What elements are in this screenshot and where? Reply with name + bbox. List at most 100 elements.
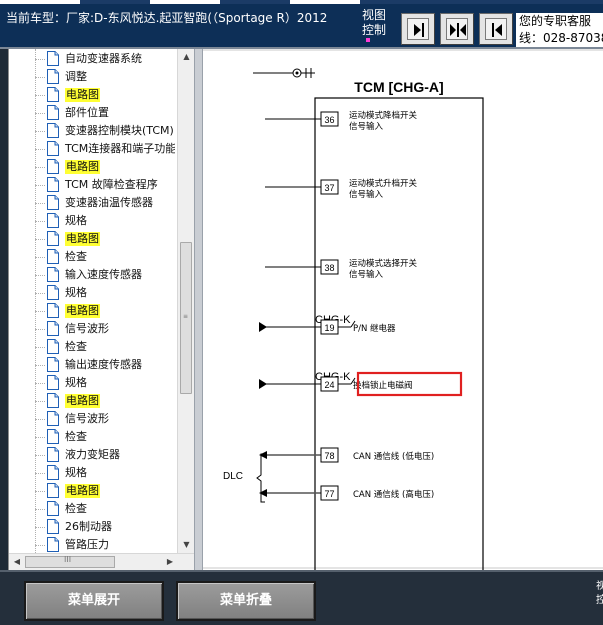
tree-item[interactable]: 电路图 [9, 482, 175, 500]
document-icon [47, 69, 59, 84]
tree-item-label: 电路图 [65, 160, 100, 174]
scroll-up-arrow-icon[interactable]: ▲ [178, 49, 195, 65]
pin-number: 38 [324, 263, 334, 273]
tree-item[interactable]: 电路图 [9, 230, 175, 248]
tree-item-label: 变速器油温传感器 [65, 196, 153, 209]
tree-item-label: 调整 [65, 70, 87, 83]
pin-description-line2: 信号输入 [349, 121, 384, 132]
tree-guide [35, 275, 45, 276]
signal-arrow-icon [259, 489, 267, 497]
pin-38: 38 运动模式选择开关信号输入 [265, 258, 418, 280]
tree-item-label: 电路图 [65, 232, 100, 246]
pin-description: CAN 通信线 (低电压) [353, 451, 434, 462]
panel-splitter[interactable] [194, 49, 203, 570]
pin-number: 37 [324, 183, 334, 193]
tree-item[interactable]: 输入速度传感器 [9, 266, 175, 284]
tree-item[interactable]: 检查 [9, 500, 175, 518]
pin-description: 运动模式升档开关 [349, 178, 418, 189]
tree-item[interactable]: 调整 [9, 68, 175, 86]
tree-item[interactable]: 电路图 [9, 302, 175, 320]
menu-collapse-button[interactable]: 菜单折叠 [176, 581, 316, 621]
tree-item[interactable]: 信号波形 [9, 320, 175, 338]
customer-service-box: 您的专职客服 线：028-87038 [516, 13, 603, 47]
scroll-down-arrow-icon[interactable]: ▼ [178, 537, 195, 553]
document-icon [47, 105, 59, 120]
tree-item-label: 规格 [65, 214, 87, 227]
tree-item[interactable]: 输出速度传感器 [9, 356, 175, 374]
document-icon [47, 123, 59, 138]
tree-guide [35, 167, 45, 168]
tree-item[interactable]: 电路图 [9, 86, 175, 104]
pin-19: CHG-K19P/N 继电器 [259, 314, 396, 335]
pin-description-line2: 信号输入 [349, 189, 384, 200]
tree-item-label: 输出速度传感器 [65, 358, 142, 371]
tree-item[interactable]: 信号波形 [9, 410, 175, 428]
tree-item-label: 规格 [65, 286, 87, 299]
tree-item[interactable]: 液力变矩器 [9, 446, 175, 464]
tree-item[interactable]: 26制动器 [9, 518, 175, 536]
document-icon [47, 519, 59, 534]
document-icon [47, 231, 59, 246]
tree-guide [35, 203, 45, 204]
tree-item[interactable]: 电路图 [9, 392, 175, 410]
tree-guide [35, 329, 45, 330]
tree-item[interactable]: 变速器控制模块(TCM) [9, 122, 175, 140]
view-control-label: 视图控制 [362, 8, 394, 42]
expand-left-button[interactable] [479, 13, 513, 45]
tree-item[interactable]: 变速器油温传感器 [9, 194, 175, 212]
horizontal-scroll-thumb[interactable]: III [25, 555, 115, 568]
vertical-scrollbar[interactable]: ▲ ≡ ▼ [177, 49, 194, 553]
horizontal-scrollbar[interactable]: ◀ III ▶ [9, 553, 194, 570]
expand-right-button[interactable] [401, 13, 435, 45]
pin-77: 77 CAN 通信线 (高电压) [259, 485, 434, 501]
tree-guide [35, 131, 45, 132]
tree-item[interactable]: 规格 [9, 464, 175, 482]
tree-item[interactable]: TCM连接器和端子功能 [9, 140, 175, 158]
tree-item[interactable]: 检查 [9, 338, 175, 356]
wiring-diagram-panel: TCM [CHG-A] 36 运动模式降档开关 信号输入 37 运动模式升档开关 信号输入… [203, 49, 603, 570]
tree-guide [35, 509, 45, 510]
document-icon [47, 159, 59, 174]
pin-number: 78 [324, 451, 334, 461]
scroll-left-arrow-icon[interactable]: ◀ [9, 554, 25, 570]
tree-item[interactable]: 规格 [9, 374, 175, 392]
arrow-left-bar-icon [485, 18, 507, 40]
tree-item[interactable]: TCM 故障检查程序 [9, 176, 175, 194]
split-view-button[interactable] [440, 13, 474, 45]
view-control-text: 视图控制 [362, 8, 387, 37]
document-icon [47, 501, 59, 516]
tree-guide [35, 185, 45, 186]
tree-item[interactable]: 管路压力 [9, 536, 175, 553]
tree-item[interactable]: 自动变速器系统 [9, 50, 175, 68]
top-strip [0, 0, 603, 4]
document-icon [47, 321, 59, 336]
pin-number: 36 [324, 115, 334, 125]
tree-item[interactable]: 规格 [9, 284, 175, 302]
menu-expand-button[interactable]: 菜单展开 [24, 581, 164, 621]
tree-item-label: 信号波形 [65, 322, 109, 335]
tree-item-label: 电路图 [65, 88, 100, 102]
tree-item[interactable]: 规格 [9, 212, 175, 230]
document-icon [47, 177, 59, 192]
vertical-scroll-thumb[interactable]: ≡ [180, 242, 192, 394]
tree-item[interactable]: 检查 [9, 248, 175, 266]
scroll-right-arrow-icon[interactable]: ▶ [162, 554, 178, 570]
tree-guide [35, 545, 45, 546]
tree-item[interactable]: 检查 [9, 428, 175, 446]
tree-guide [35, 149, 45, 150]
document-icon [47, 465, 59, 480]
signal-arrow-icon [259, 451, 267, 459]
document-icon [47, 357, 59, 372]
tree-guide [35, 347, 45, 348]
wiring-diagram: TCM [CHG-A] 36 运动模式降档开关信号输入 37 运动模式升档开关信号输入… [203, 49, 603, 570]
tree-item[interactable]: 部件位置 [9, 104, 175, 122]
document-icon [47, 411, 59, 426]
grip-icon: III [64, 555, 72, 564]
grip-icon: ≡ [183, 313, 189, 320]
tree-item-label: 输入速度传感器 [65, 268, 142, 281]
tree-item-label: 部件位置 [65, 106, 109, 119]
tree-item[interactable]: 电路图 [9, 158, 175, 176]
pin-24: CHG-K24换档锁止电磁阀 [259, 371, 463, 397]
tree-guide [35, 437, 45, 438]
customer-service-phone: 线：028-87038 [519, 31, 603, 45]
